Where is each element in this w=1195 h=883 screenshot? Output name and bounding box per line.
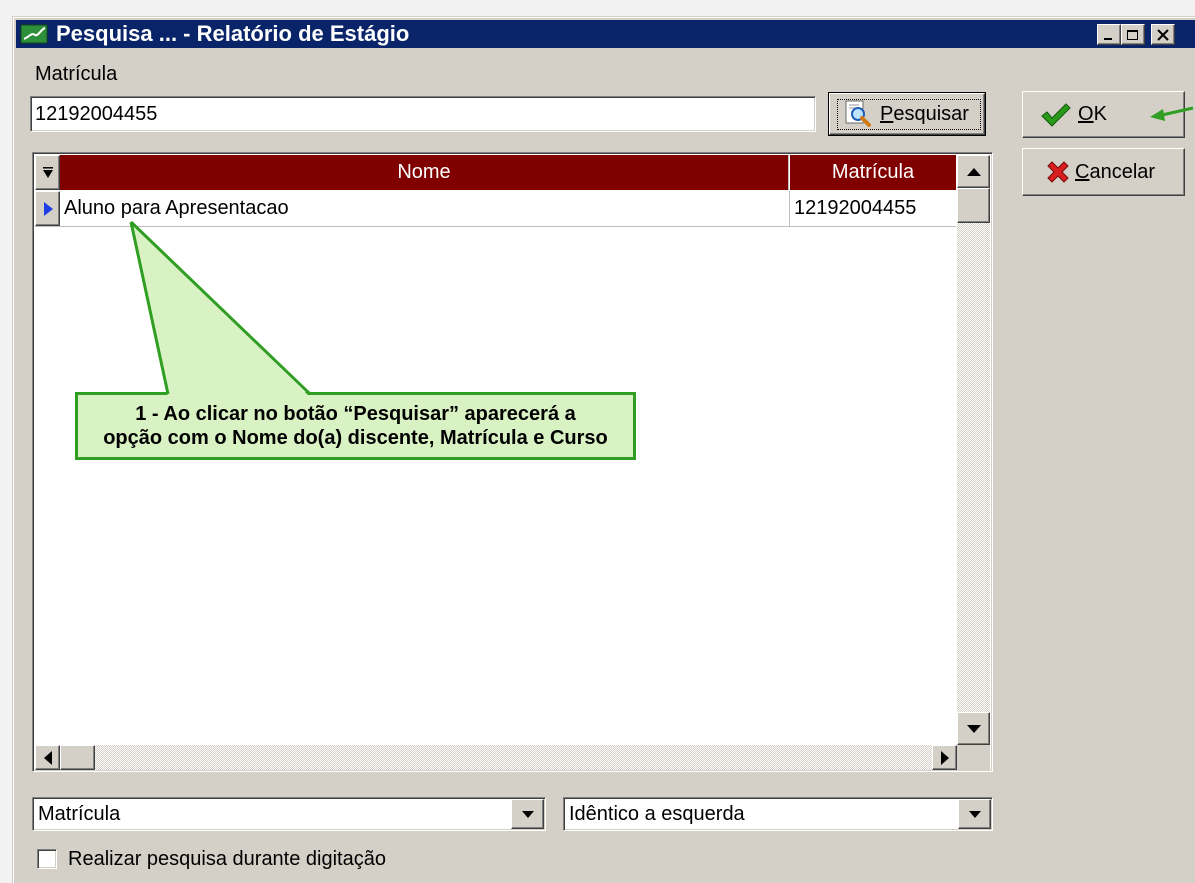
title-bar[interactable]: Pesquisa ... - Relatório de Estágio [16,20,1195,48]
screen: Pesquisa ... - Relatório de Estágio Matr… [0,0,1195,883]
annotation-arrow-head [1150,109,1165,121]
annotation-pointer [129,220,312,397]
vertical-scroll-thumb[interactable] [957,188,990,223]
live-search-checkbox[interactable] [37,849,57,869]
search-field-dropdown-button[interactable] [511,799,544,829]
vertical-scrollbar[interactable] [957,155,990,745]
scroll-up-button[interactable] [957,155,990,188]
window-title: Pesquisa ... - Relatório de Estágio [56,21,410,46]
annotation-callout: 1 - Ao clicar no botão “Pesquisar” apare… [75,392,636,460]
maximize-button[interactable] [1121,24,1145,45]
pesquisar-label: Pesquisar [880,103,969,125]
cancelar-label: Cancelar [1075,161,1156,183]
matricula-input-value: 12192004455 [35,103,158,125]
arrow-up-icon [966,167,981,176]
red-x-icon [1047,161,1069,183]
matricula-label: Matrícula [35,63,118,85]
cell-matricula[interactable]: 12192004455 [790,191,956,226]
checkmark-icon [1041,103,1071,127]
match-mode-dropdown-button[interactable] [958,799,991,829]
arrow-left-icon [43,750,52,765]
scroll-left-button[interactable] [35,745,60,770]
current-row-arrow-icon [43,201,53,216]
close-button[interactable] [1151,24,1175,45]
close-icon [1157,28,1169,41]
arrow-right-icon [940,750,949,765]
scrollbar-corner [957,745,990,770]
search-field-value: Matrícula [38,803,121,825]
pesquisar-button[interactable]: Pesquisar [828,92,986,136]
ok-label: OK [1078,103,1107,125]
column-menu-icon [42,166,53,178]
live-search-label[interactable]: Realizar pesquisa durante digitação [68,846,386,872]
minimize-button[interactable] [1097,24,1121,45]
annotation-arrow-shaft [1161,106,1194,117]
minimize-icon [1104,37,1112,40]
arrow-down-icon [966,724,981,733]
horizontal-scrollbar[interactable] [35,745,957,770]
scroll-down-button[interactable] [957,712,990,745]
annotation-text: 1 - Ao clicar no botão “Pesquisar” apare… [103,403,608,449]
chevron-down-icon [521,810,534,818]
column-header-matricula[interactable]: Matrícula [790,155,956,190]
horizontal-scroll-thumb[interactable] [60,745,95,770]
scroll-right-button[interactable] [932,745,957,770]
search-field-dropdown[interactable]: Matrícula [32,797,546,831]
match-mode-dropdown[interactable]: Idêntico a esquerda [563,797,993,831]
magnifier-icon [845,100,871,127]
app-icon [20,24,48,44]
annotation-arrow [1150,106,1194,121]
row-indicator [35,191,60,226]
match-mode-value: Idêntico a esquerda [569,803,745,825]
column-header-nome[interactable]: Nome [60,155,789,190]
column-menu-button[interactable] [35,155,60,190]
maximize-icon [1127,29,1138,40]
cancelar-button[interactable]: Cancelar [1022,148,1185,196]
matricula-input[interactable]: 12192004455 [30,96,816,132]
chevron-down-icon [968,810,981,818]
